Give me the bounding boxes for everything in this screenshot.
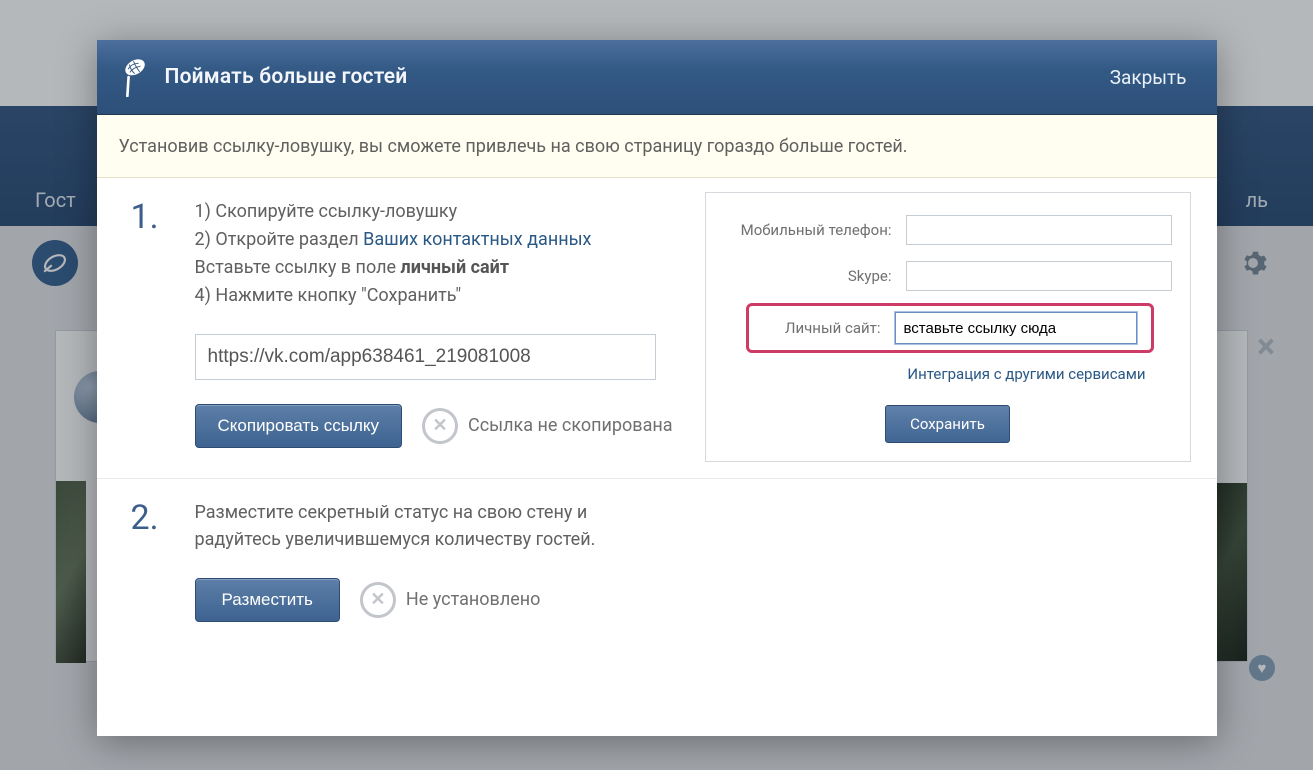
close-button[interactable]: Закрыть bbox=[1110, 66, 1187, 89]
modal-overlay: Поймать больше гостей Закрыть Установив … bbox=[0, 0, 1313, 770]
post-status-text: Не установлено bbox=[406, 586, 541, 614]
step-number: 2. bbox=[131, 499, 179, 623]
step-2: 2. Разместите секретный статус на свою с… bbox=[97, 479, 1217, 653]
example-row-phone: Мобильный телефон: bbox=[706, 207, 1190, 253]
trap-link-input[interactable] bbox=[195, 334, 656, 380]
example-row-skype: Skype: bbox=[706, 253, 1190, 299]
step2-content: Разместите секретный статус на свою стен… bbox=[195, 499, 715, 623]
modal-title: Поймать больше гостей bbox=[165, 65, 408, 89]
step-1: 1. 1) Скопируйте ссылку-ловушку 2) Откро… bbox=[97, 178, 1217, 479]
site-label: Личный сайт: bbox=[749, 319, 881, 337]
step-number: 1. bbox=[131, 198, 179, 448]
modal: Поймать больше гостей Закрыть Установив … bbox=[97, 40, 1217, 736]
skype-field bbox=[906, 261, 1172, 291]
modal-header: Поймать больше гостей Закрыть bbox=[97, 40, 1217, 115]
post-status: ✕ Не установлено bbox=[360, 582, 541, 618]
example-row-site-highlighted: Личный сайт: bbox=[746, 303, 1154, 353]
copy-status: ✕ Ссылка не скопирована bbox=[422, 408, 673, 444]
close-icon: ✕ bbox=[360, 582, 396, 618]
phone-label: Мобильный телефон: bbox=[706, 221, 892, 239]
integration-link: Интеграция с другими сервисами bbox=[907, 365, 1145, 383]
net-icon bbox=[113, 53, 165, 101]
skype-label: Skype: bbox=[706, 267, 892, 285]
post-button[interactable]: Разместить bbox=[195, 578, 340, 622]
info-bar: Установив ссылку-ловушку, вы сможете при… bbox=[97, 115, 1217, 178]
site-field bbox=[895, 312, 1137, 344]
copy-status-text: Ссылка не скопирована bbox=[468, 412, 673, 440]
close-icon: ✕ bbox=[422, 408, 458, 444]
copy-link-button[interactable]: Скопировать ссылку bbox=[195, 404, 403, 448]
phone-field bbox=[906, 215, 1172, 245]
example-save-button: Сохранить bbox=[885, 405, 1010, 443]
contact-data-link[interactable]: Ваших контактных данных bbox=[363, 229, 591, 250]
example-panel: Мобильный телефон: Skype: Личный сайт: И… bbox=[705, 192, 1191, 462]
info-text: Установив ссылку-ловушку, вы сможете при… bbox=[119, 136, 908, 157]
modal-body: 1. 1) Скопируйте ссылку-ловушку 2) Откро… bbox=[97, 178, 1217, 736]
step1-content: 1) Скопируйте ссылку-ловушку 2) Откройте… bbox=[195, 198, 715, 448]
